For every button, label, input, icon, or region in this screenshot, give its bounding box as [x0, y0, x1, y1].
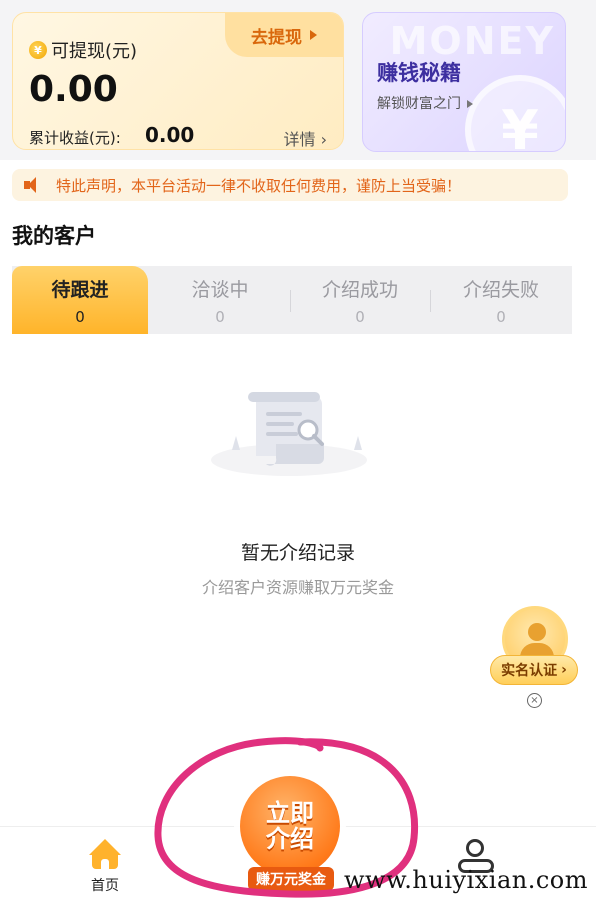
customer-tabs: 待跟进 0 洽谈中 0 介绍成功 0 介绍失败 0: [12, 266, 572, 334]
yen-coin-icon: ¥: [465, 75, 565, 151]
withdraw-label: 去提现: [251, 27, 302, 48]
tab-failed[interactable]: 介绍失败 0: [430, 266, 572, 334]
avatar-head: [528, 623, 546, 641]
speaker-icon: [24, 177, 44, 193]
tab-label: 待跟进: [51, 278, 109, 301]
tab-count: 0: [355, 307, 365, 326]
introduce-now-button[interactable]: 立即 介绍: [240, 776, 340, 876]
tab-label: 介绍成功: [321, 278, 398, 301]
play-arrow-icon: [310, 30, 317, 40]
nav-home-label: 首页: [91, 878, 119, 894]
intro-line-2: 介绍: [266, 825, 314, 853]
notice-bar: 特此声明，本平台活动一律不收取任何费用，谨防上当受骗！: [12, 169, 568, 201]
intro-line-1: 立即: [266, 798, 314, 827]
profile-icon-head: [466, 839, 484, 857]
intro-reward-tag: 赚万元奖金: [248, 867, 334, 891]
details-link[interactable]: 详情 ›: [284, 126, 328, 149]
empty-state-subtitle: 介绍客户资源赚取万元奖金: [201, 578, 394, 597]
section-title: 我的客户: [12, 224, 96, 248]
home-icon-door: [101, 859, 109, 869]
secrets-subtitle: 解锁财富之门: [377, 93, 473, 113]
empty-state-title: 暂无介绍记录: [240, 542, 355, 564]
secrets-title: 赚钱秘籍: [377, 61, 461, 85]
cumulative-earnings-value: 0.00: [145, 123, 195, 147]
tab-count: 0: [496, 307, 506, 326]
tab-success[interactable]: 介绍成功 0: [290, 266, 430, 334]
verify-label: 实名认证: [501, 663, 558, 679]
close-icon[interactable]: ×: [527, 693, 542, 708]
chevron-right-icon: ›: [561, 662, 567, 678]
money-secrets-card[interactable]: MONEY ¥ 赚钱秘籍 解锁财富之门: [362, 12, 566, 152]
tab-negotiating[interactable]: 洽谈中 0: [150, 266, 290, 334]
cumulative-earnings-label: 累计收益(元):: [29, 129, 121, 147]
tab-label: 介绍失败: [462, 278, 539, 301]
coin-icon: ¥: [29, 41, 47, 59]
withdrawable-label: 可提现(元): [51, 41, 138, 62]
empty-document-icon: [211, 392, 367, 476]
tab-label: 洽谈中: [191, 278, 249, 301]
site-watermark: www.huiyixian.com: [344, 866, 588, 894]
page: 去提现 ¥ 可提现(元) 0.00 累计收益(元): 0.00 详情 › MON…: [0, 0, 596, 900]
notice-text: 特此声明，本平台活动一律不收取任何费用，谨防上当受骗！: [56, 176, 462, 195]
nav-home[interactable]: 首页: [80, 839, 130, 895]
real-name-verify-button[interactable]: 实名认证 ›: [490, 655, 578, 685]
tab-count: 0: [215, 307, 225, 326]
wallet-card: 去提现 ¥ 可提现(元) 0.00 累计收益(元): 0.00 详情 ›: [12, 12, 344, 150]
withdraw-button[interactable]: 去提现: [225, 13, 343, 57]
play-arrow-icon: [467, 100, 473, 108]
tab-count: 0: [75, 307, 85, 326]
secrets-subtitle-text: 解锁财富之门: [377, 96, 461, 112]
home-icon: [88, 839, 122, 869]
withdrawable-amount: 0.00: [29, 69, 118, 110]
tab-pending[interactable]: 待跟进 0: [12, 266, 148, 334]
